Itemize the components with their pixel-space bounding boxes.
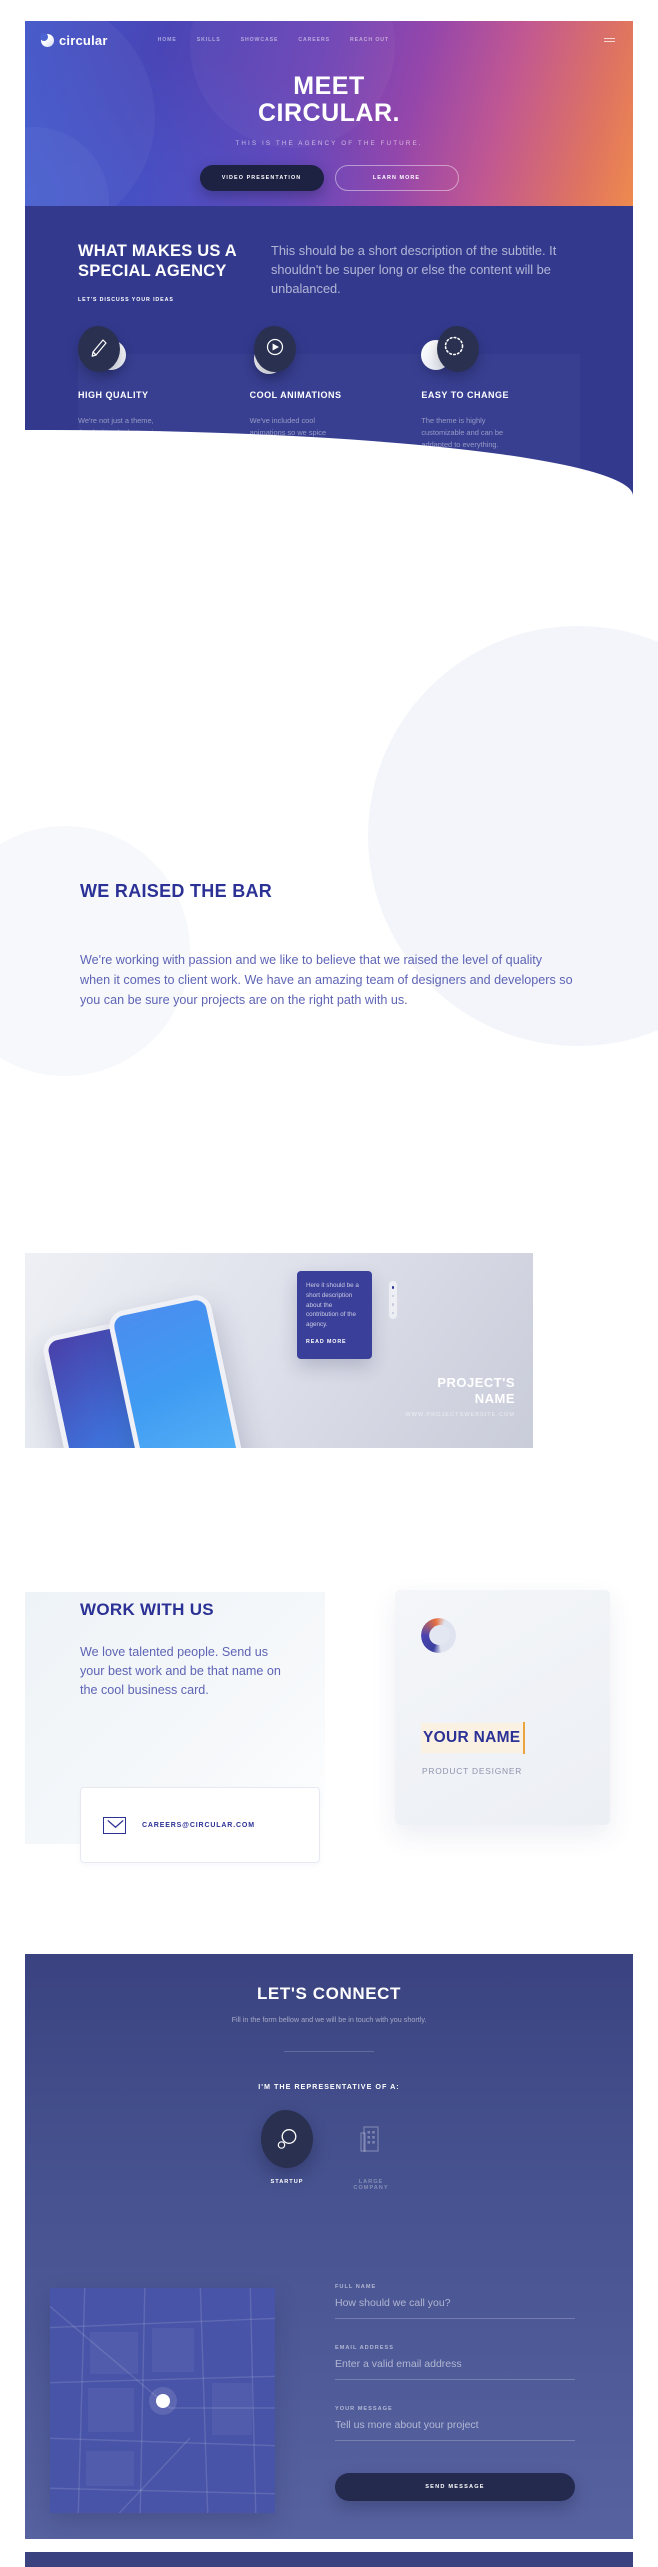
project-card-text: Here it should be a short description ab… [306, 1282, 359, 1328]
circular-c-logo-icon [421, 1618, 456, 1653]
careers-email-label: CAREERS@CIRCULAR.COM [142, 1821, 255, 1829]
main-navigation: circular HOME SKILLS SHOWCASE CAREERS RE… [25, 21, 633, 59]
form-field-email: EMAIL ADDRESS [335, 2345, 575, 2380]
representative-option-label: LARGE COMPANY [353, 2179, 389, 2191]
project-name-line-2: NAME [474, 1390, 515, 1406]
nav-item-reach-out[interactable]: REACH OUT [350, 37, 389, 43]
dotted-circle-glyph [445, 336, 464, 356]
brand-logo[interactable]: circular [40, 32, 108, 48]
representative-option-large-company[interactable]: LARGE COMPANY [340, 2110, 402, 2191]
raised-bar-heading: WE RAISED THE BAR [80, 881, 273, 901]
connect-heading: LET'S CONNECT [256, 1984, 402, 2003]
slider-dot[interactable] [391, 1311, 395, 1314]
feature-card-title: COOL ANIMATIONS [249, 390, 342, 400]
work-with-us-section: WORK WITH US We love talented people. Se… [0, 1570, 658, 1960]
map-pin-icon [155, 2393, 170, 2408]
connect-subtitle: Fill in the form bellow and we will be i… [231, 2015, 427, 2024]
nav-item-showcase[interactable]: SHOWCASE [241, 37, 279, 43]
message-input[interactable] [335, 2419, 575, 2441]
project-url: WWW.PROJECTSWEBSITE.COM [405, 1412, 515, 1418]
hero-title-line-1: MEET [293, 72, 365, 100]
hero-content: MEET CIRCULAR. THIS IS THE AGENCY OF THE… [25, 73, 633, 191]
hero-section: circular HOME SKILLS SHOWCASE CAREERS RE… [25, 21, 633, 206]
nav-links: HOME SKILLS SHOWCASE CAREERS REACH OUT [158, 37, 389, 43]
careers-email-button[interactable]: CAREERS@CIRCULAR.COM [80, 1787, 320, 1863]
video-presentation-button[interactable]: VIDEO PRESENTATION [199, 165, 324, 191]
agency-cta-link[interactable]: LET'S DISCUSS YOUR IDEAS [78, 297, 263, 303]
pen-nib-glyph [91, 339, 107, 357]
map-panel[interactable] [50, 2288, 275, 2513]
work-heading: WORK WITH US [80, 1600, 214, 1619]
nav-item-skills[interactable]: SKILLS [197, 37, 221, 43]
connect-divider [284, 2051, 374, 2052]
representative-option-startup[interactable]: STARTUP [256, 2110, 318, 2191]
business-card: YOUR NAME PRODUCT DESIGNER [395, 1590, 610, 1825]
dotted-circle-icon [421, 326, 483, 378]
connect-section: LET'S CONNECT Fill in the form bellow an… [25, 1954, 633, 2539]
work-paragraph: We love talented people. Send us your be… [80, 1645, 281, 1698]
project-showcase: Here it should be a short description ab… [25, 1253, 533, 1448]
agency-heading: WHAT MAKES US A SPECIAL AGENCY [78, 242, 237, 281]
form-field-message: YOUR MESSAGE [335, 2406, 575, 2441]
raised-bar-section: WE RAISED THE BAR We're working with pas… [0, 496, 658, 1156]
text-caret [523, 1722, 526, 1754]
feature-card: COOL ANIMATIONS We've included cool anim… [250, 326, 404, 451]
play-glyph [266, 338, 283, 356]
hamburger-menu-icon[interactable] [604, 37, 615, 43]
representative-options: STARTUP LARGE COMPANY [25, 2110, 633, 2191]
field-label: YOUR MESSAGE [335, 2406, 393, 2412]
agency-description: This should be a short description of th… [271, 243, 557, 297]
hero-title-line-2: CIRCULAR. [258, 98, 400, 127]
representative-label: I'M THE REPRESENTATIVE OF A: [258, 2082, 400, 2091]
nav-item-home[interactable]: HOME [158, 37, 177, 43]
envelope-icon [103, 1816, 126, 1834]
send-message-button[interactable]: SEND MESSAGE [335, 2473, 575, 2501]
full-name-input[interactable] [335, 2297, 575, 2319]
field-label: EMAIL ADDRESS [335, 2345, 394, 2351]
business-card-role: PRODUCT DESIGNER [422, 1766, 523, 1776]
pen-nib-icon [78, 326, 140, 378]
field-label: FULL NAME [335, 2284, 377, 2290]
slider-dot[interactable] [391, 1294, 395, 1297]
form-field-full-name: FULL NAME [335, 2284, 575, 2319]
representative-option-label: STARTUP [270, 2179, 304, 2185]
building-icon [345, 2110, 397, 2168]
project-description-card: Here it should be a short description ab… [297, 1271, 372, 1359]
play-icon [250, 326, 312, 378]
learn-more-button[interactable]: LEARN MORE [334, 165, 459, 191]
slider-dots[interactable] [389, 1281, 397, 1319]
rocket-circle-icon [261, 2110, 313, 2168]
feature-card-title: EASY TO CHANGE [421, 390, 510, 400]
feature-card-title: HIGH QUALITY [78, 390, 149, 400]
slider-dot[interactable] [391, 1286, 395, 1289]
hero-subtitle: THIS IS THE AGENCY OF THE FUTURE. [235, 140, 423, 147]
hero-title: MEET CIRCULAR. [25, 73, 633, 126]
project-name-line-1: PROJECT'S [437, 1375, 515, 1391]
project-name-block: PROJECT'S NAME WWW.PROJECTSWEBSITE.COM [405, 1375, 515, 1418]
email-input[interactable] [335, 2358, 575, 2380]
contact-form: FULL NAME EMAIL ADDRESS YOUR MESSAGE SEN… [335, 2284, 575, 2501]
nav-item-careers[interactable]: CAREERS [298, 37, 330, 43]
slider-dot[interactable] [391, 1303, 395, 1306]
agency-header: WHAT MAKES US A SPECIAL AGENCY LET'S DIS… [78, 241, 593, 303]
page-root: circular HOME SKILLS SHOWCASE CAREERS RE… [0, 0, 658, 2567]
brand-name: circular [59, 32, 108, 48]
read-more-link[interactable]: READ MORE [306, 1339, 363, 1345]
footer-strip [25, 2552, 633, 2567]
business-card-name: YOUR NAME [421, 1723, 524, 1753]
business-card-name-field[interactable]: YOUR NAME [421, 1722, 526, 1754]
feature-card: EASY TO CHANGE The theme is highly custo… [421, 326, 575, 451]
raised-bar-paragraph: We're working with passion and we like t… [80, 953, 573, 1007]
circle-logo-icon [40, 32, 54, 47]
hero-buttons: VIDEO PRESENTATION LEARN MORE [25, 165, 633, 191]
agency-heading-block: WHAT MAKES US A SPECIAL AGENCY LET'S DIS… [78, 241, 263, 303]
